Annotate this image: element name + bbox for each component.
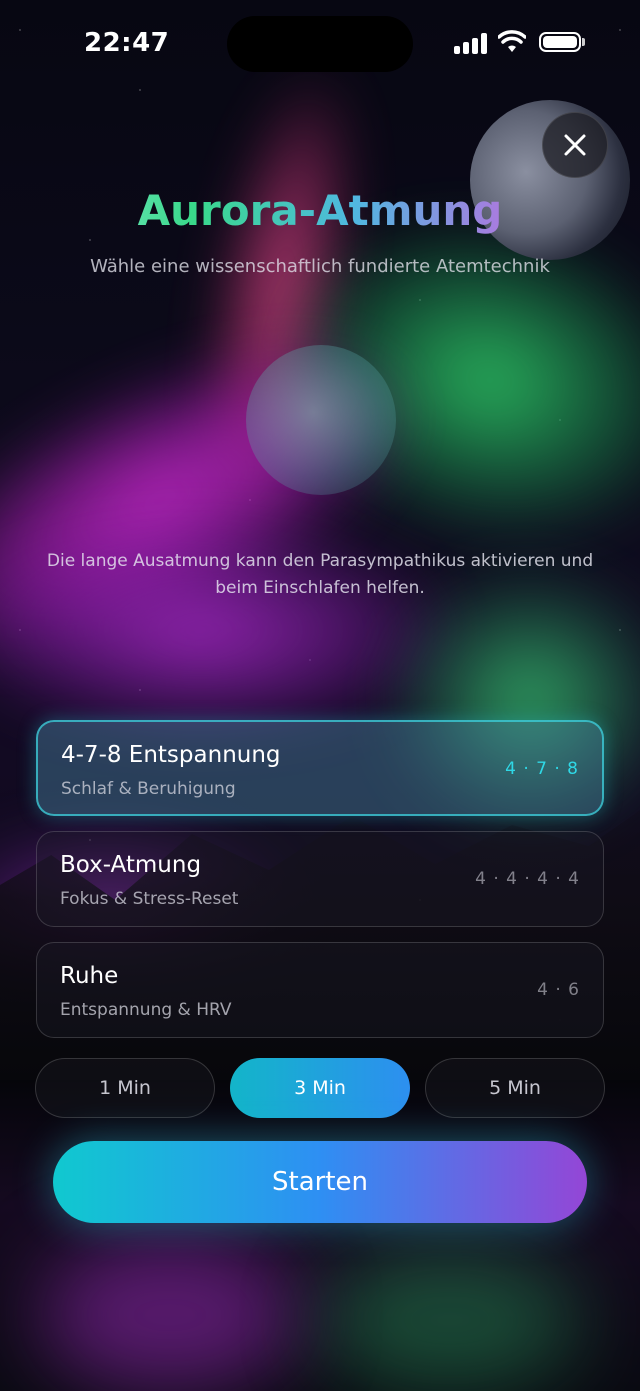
technique-pattern: 4 · 4 · 4 · 4	[475, 869, 580, 889]
technique-name: Ruhe	[60, 963, 119, 989]
start-button[interactable]: Starten	[53, 1141, 587, 1223]
reflection-glow	[320, 1250, 580, 1390]
duration-5-min-button[interactable]: 5 Min	[425, 1058, 605, 1118]
technique-card-ruhe[interactable]: Ruhe Entspannung & HRV 4 · 6	[36, 942, 604, 1038]
page-subtitle: Wähle eine wissenschaftlich fundierte At…	[90, 256, 550, 277]
technique-card-478[interactable]: 4-7-8 Entspannung Schlaf & Beruhigung 4 …	[36, 720, 604, 816]
technique-pattern: 4 · 7 · 8	[505, 759, 579, 779]
duration-3-min-button[interactable]: 3 Min	[230, 1058, 410, 1118]
reflection-glow	[40, 1240, 300, 1390]
page-title: Aurora-Atmung	[0, 186, 640, 235]
status-bar: 22:47	[0, 0, 640, 88]
technique-description: Die lange Ausatmung kann den Parasympath…	[46, 551, 594, 598]
technique-card-box[interactable]: Box-Atmung Fokus & Stress-Reset 4 · 4 · …	[36, 831, 604, 927]
breathing-orb	[246, 345, 396, 495]
battery-icon	[539, 32, 581, 52]
signal-icon	[454, 32, 488, 54]
technique-name: Box-Atmung	[60, 852, 202, 878]
close-button[interactable]	[542, 112, 608, 178]
technique-name: 4-7-8 Entspannung	[61, 742, 281, 768]
status-time: 22:47	[84, 28, 170, 58]
technique-pattern: 4 · 6	[537, 980, 580, 1000]
duration-1-min-button[interactable]: 1 Min	[35, 1058, 215, 1118]
wifi-icon	[498, 30, 526, 52]
technique-subtitle: Entspannung & HRV	[60, 1000, 232, 1020]
technique-subtitle: Fokus & Stress-Reset	[60, 889, 239, 909]
technique-subtitle: Schlaf & Beruhigung	[61, 779, 236, 799]
close-icon	[564, 134, 586, 156]
dynamic-island	[227, 16, 413, 72]
battery-cap	[582, 38, 585, 46]
